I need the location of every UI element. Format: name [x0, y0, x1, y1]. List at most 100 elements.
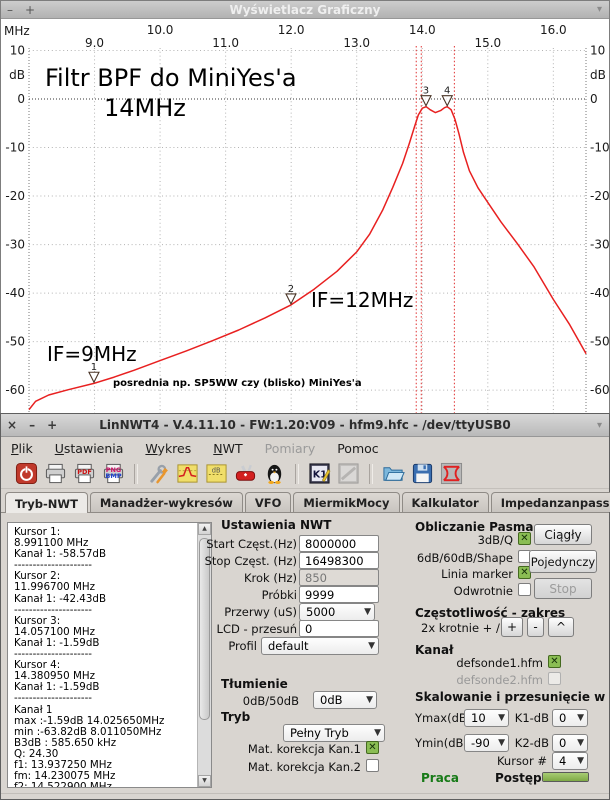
menu-item-pomoc[interactable]: Pomoc [337, 441, 378, 456]
app-window-titlebar[interactable]: × – + LinNWT4 - V.4.11.10 - FW:1.20:V09 … [1, 414, 609, 437]
cursor-info-panel[interactable]: Kursor 1:8.991100 MHzKanał 1: -58.57dB--… [7, 522, 212, 788]
cursor-marker-3 [421, 96, 431, 106]
y-axis-unit-label: dB [590, 68, 606, 82]
range-plus-button[interactable]: + [501, 617, 523, 637]
k2-db-label: K2-dB [512, 736, 549, 750]
y-tick-label: -50 [590, 335, 609, 349]
power-off-icon[interactable] [15, 462, 38, 485]
tab-manadżer-wykresów[interactable]: Manadżer-wykresów [90, 492, 243, 512]
ymin-combo[interactable]: -90▼ [464, 734, 509, 752]
k2-db-combo[interactable]: 0▼ [552, 734, 588, 752]
range-minus-button[interactable]: - [527, 617, 544, 637]
cursor-marker-label: 3 [423, 86, 429, 97]
single-button[interactable]: Pojedynczy [529, 550, 597, 573]
annotation-if12: IF=12MHz [311, 288, 413, 312]
range-up-button[interactable]: ^ [548, 617, 574, 637]
y-tick-label: -60 [5, 383, 25, 397]
k1-calibration-icon[interactable]: K1 [308, 462, 331, 485]
menu-item-nwt[interactable]: NWT [213, 441, 242, 456]
maximize-button[interactable]: + [41, 419, 63, 431]
impedance-match-icon[interactable] [440, 462, 463, 485]
menu-item-wykres[interactable]: Wykres [145, 441, 191, 456]
minimize-button[interactable]: – [1, 4, 19, 16]
menu-bar: PlikUstawieniaWykresNWTPomiaryPomoc [1, 437, 609, 459]
k1-db-combo[interactable]: 0▼ [552, 709, 588, 727]
sweep-graph-icon[interactable] [176, 462, 199, 485]
y-scale-heading: Skalowanie i przesunięcie w osi-Y [415, 690, 610, 704]
samples-input[interactable]: 9999 [299, 586, 379, 603]
save-file-icon[interactable] [411, 462, 434, 485]
menu-item-ustawienia[interactable]: Ustawienia [55, 441, 124, 456]
cursor-info-line: Kanał 1 [14, 705, 197, 716]
continuous-button[interactable]: Ciągły [534, 524, 592, 545]
start-freq-input[interactable]: 8000000 [299, 535, 379, 552]
y-tick-label: -10 [590, 141, 609, 155]
x-tick-label: 15.0 [474, 36, 501, 50]
desktop: – + Wyświetlacz Graficzny ▾ 1234MHz9.010… [0, 0, 610, 800]
window-menu-icon[interactable]: ▾ [590, 4, 609, 15]
cursor-number-label: Kursor # [461, 754, 547, 768]
window-menu-icon[interactable]: ▾ [590, 420, 609, 431]
lcd-offset-input[interactable]: 0 [299, 620, 379, 637]
print-pdf-icon[interactable]: PDF [73, 462, 96, 485]
correction1-label: Mat. korekcja Kan.1 [201, 742, 361, 756]
progress-bar [542, 772, 589, 782]
tab-miermikmocy[interactable]: MiermikMocy [293, 492, 399, 512]
tab-tryb-nwt[interactable]: Tryb-NWT [5, 492, 88, 513]
minimize-button[interactable]: – [23, 419, 41, 431]
db-settings-icon[interactable]: dB [205, 462, 228, 485]
3db-q-checkbox[interactable] [518, 532, 531, 545]
correction2-checkbox[interactable] [366, 759, 379, 772]
ymax-label: Ymax(dB [415, 711, 467, 725]
y-tick-label: -30 [590, 238, 609, 252]
menu-item-plik[interactable]: Plik [11, 441, 33, 456]
invert-label: Odwrotnie [413, 584, 513, 598]
y-tick-label: -10 [5, 141, 25, 155]
attenuation-combo[interactable]: 0dB▼ [313, 691, 377, 709]
close-button[interactable]: × [1, 419, 23, 431]
sonde1-checkbox[interactable] [548, 655, 561, 668]
ymax-combo[interactable]: 10▼ [464, 709, 509, 727]
mode-combo[interactable]: Pełny Tryb▼ [283, 724, 385, 742]
x-tick-label: 16.0 [540, 23, 567, 37]
scroll-up-icon[interactable]: ▲ [198, 523, 211, 535]
invert-checkbox[interactable] [518, 583, 531, 596]
x-tick-label: 9.0 [85, 36, 104, 50]
tux-icon[interactable] [263, 462, 286, 485]
toolbar-separator [134, 464, 138, 484]
tab-vfo[interactable]: VFO [245, 492, 292, 512]
y-tick-label: -40 [5, 286, 25, 300]
cursor-info-line: f2: 14.522900 MHz [14, 782, 197, 787]
tab-kalkulator[interactable]: Kalkulator [402, 492, 489, 512]
maximize-button[interactable]: + [19, 4, 41, 16]
stop-freq-input[interactable]: 16498300 [299, 552, 379, 569]
tools-icon[interactable] [147, 462, 170, 485]
cursor-info-line: 11.996700 MHz [14, 582, 197, 593]
k1-db-label: K1-dB [512, 711, 549, 725]
chevron-down-icon: ▼ [368, 641, 375, 651]
tab-impedanzanpassung[interactable]: Impedanzanpassung [491, 492, 610, 512]
delay-combo[interactable]: 5000▼ [299, 603, 375, 621]
profile-combo[interactable]: default▼ [261, 637, 379, 655]
tab-content-tryb-nwt: Kursor 1:8.991100 MHzKanał 1: -58.57dB--… [1, 513, 609, 797]
open-file-icon[interactable] [382, 462, 405, 485]
correction1-checkbox[interactable] [366, 741, 379, 754]
y-tick-label: -50 [5, 335, 25, 349]
svg-text:dB: dB [212, 467, 221, 475]
stop-freq-label: Stop Częst. (Hz) [197, 554, 297, 568]
app-window: × – + LinNWT4 - V.4.11.10 - FW:1.20:V09 … [0, 413, 610, 800]
band-calc-heading: Obliczanie Pasma [415, 520, 534, 534]
y-tick-label: -20 [5, 189, 25, 203]
step-label: Krok (Hz) [197, 571, 297, 585]
x-tick-label: 11.0 [212, 36, 239, 50]
cursor-marker-label: 2 [288, 284, 294, 295]
scroll-down-icon[interactable]: ▼ [198, 775, 211, 787]
swiss-knife-icon[interactable] [234, 462, 257, 485]
cursor-number-combo[interactable]: 4▼ [552, 752, 588, 770]
export-image-icon[interactable]: PNGBMP [102, 462, 125, 485]
y-tick-label: 0 [17, 92, 25, 106]
print-icon[interactable] [44, 462, 67, 485]
graph-window-titlebar[interactable]: – + Wyświetlacz Graficzny ▾ [1, 1, 609, 19]
sonde2-checkbox[interactable] [548, 672, 561, 685]
y-tick-label: -20 [590, 189, 609, 203]
